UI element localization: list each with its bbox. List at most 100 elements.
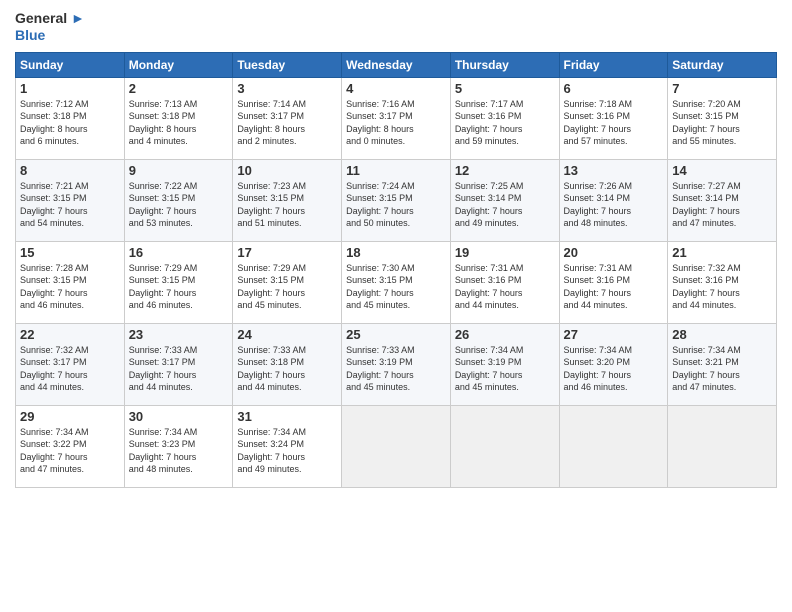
day-info: Sunrise: 7:14 AM Sunset: 3:17 PM Dayligh…	[237, 98, 337, 148]
calendar-cell: 19Sunrise: 7:31 AM Sunset: 3:16 PM Dayli…	[450, 241, 559, 323]
day-number: 4	[346, 81, 446, 96]
day-info: Sunrise: 7:26 AM Sunset: 3:14 PM Dayligh…	[564, 180, 664, 230]
day-info: Sunrise: 7:30 AM Sunset: 3:15 PM Dayligh…	[346, 262, 446, 312]
calendar-cell: 23 Sunrise: 7:33 AM Sunset: 3:17 PM Dayli…	[124, 323, 233, 405]
calendar-cell: 16Sunrise: 7:29 AM Sunset: 3:15 PM Dayli…	[124, 241, 233, 323]
calendar-cell: 15 Sunrise: 7:28 AM Sunset: 3:15 PM Dayli…	[16, 241, 125, 323]
calendar-cell: 7 Sunrise: 7:20 AM Sunset: 3:15 PM Daylig…	[668, 77, 777, 159]
weekday-header: Wednesday	[342, 52, 451, 77]
day-info: Sunrise: 7:31 AM Sunset: 3:16 PM Dayligh…	[455, 262, 555, 312]
day-number: 23	[129, 327, 229, 342]
day-number: 17	[237, 245, 337, 260]
calendar-cell: 9 Sunrise: 7:22 AM Sunset: 3:15 PM Daylig…	[124, 159, 233, 241]
calendar-cell: 31 Sunrise: 7:34 AM Sunset: 3:24 PM Dayli…	[233, 405, 342, 487]
day-info: Sunrise: 7:20 AM Sunset: 3:15 PM Dayligh…	[672, 98, 772, 148]
calendar-cell	[450, 405, 559, 487]
logo-text: General ► Blue	[15, 10, 85, 44]
calendar-cell: 3 Sunrise: 7:14 AM Sunset: 3:17 PM Daylig…	[233, 77, 342, 159]
calendar-body: 1 Sunrise: 7:12 AM Sunset: 3:18 PM Daylig…	[16, 77, 777, 487]
calendar-week-row: 29Sunrise: 7:34 AM Sunset: 3:22 PM Dayli…	[16, 405, 777, 487]
day-number: 18	[346, 245, 446, 260]
day-info: Sunrise: 7:34 AM Sunset: 3:21 PM Dayligh…	[672, 344, 772, 394]
calendar-week-row: 22 Sunrise: 7:32 AM Sunset: 3:17 PM Dayli…	[16, 323, 777, 405]
day-number: 26	[455, 327, 555, 342]
calendar-cell: 22 Sunrise: 7:32 AM Sunset: 3:17 PM Dayli…	[16, 323, 125, 405]
calendar-cell: 14 Sunrise: 7:27 AM Sunset: 3:14 PM Dayli…	[668, 159, 777, 241]
day-number: 15	[20, 245, 120, 260]
day-number: 7	[672, 81, 772, 96]
day-info: Sunrise: 7:18 AM Sunset: 3:16 PM Dayligh…	[564, 98, 664, 148]
calendar-header: SundayMondayTuesdayWednesdayThursdayFrid…	[16, 52, 777, 77]
calendar-cell: 6 Sunrise: 7:18 AM Sunset: 3:16 PM Daylig…	[559, 77, 668, 159]
day-info: Sunrise: 7:32 AM Sunset: 3:17 PM Dayligh…	[20, 344, 120, 394]
day-number: 31	[237, 409, 337, 424]
day-number: 22	[20, 327, 120, 342]
day-info: Sunrise: 7:34 AM Sunset: 3:19 PM Dayligh…	[455, 344, 555, 394]
day-info: Sunrise: 7:16 AM Sunset: 3:17 PM Dayligh…	[346, 98, 446, 148]
day-info: Sunrise: 7:25 AM Sunset: 3:14 PM Dayligh…	[455, 180, 555, 230]
day-info: Sunrise: 7:22 AM Sunset: 3:15 PM Dayligh…	[129, 180, 229, 230]
calendar-cell: 5Sunrise: 7:17 AM Sunset: 3:16 PM Daylig…	[450, 77, 559, 159]
calendar-cell: 11 Sunrise: 7:24 AM Sunset: 3:15 PM Dayli…	[342, 159, 451, 241]
day-number: 21	[672, 245, 772, 260]
calendar-cell: 2 Sunrise: 7:13 AM Sunset: 3:18 PM Daylig…	[124, 77, 233, 159]
day-info: Sunrise: 7:31 AM Sunset: 3:16 PM Dayligh…	[564, 262, 664, 312]
day-number: 30	[129, 409, 229, 424]
day-info: Sunrise: 7:34 AM Sunset: 3:22 PM Dayligh…	[20, 426, 120, 476]
day-info: Sunrise: 7:33 AM Sunset: 3:17 PM Dayligh…	[129, 344, 229, 394]
calendar-cell: 28 Sunrise: 7:34 AM Sunset: 3:21 PM Dayli…	[668, 323, 777, 405]
calendar-cell: 26 Sunrise: 7:34 AM Sunset: 3:19 PM Dayli…	[450, 323, 559, 405]
calendar-cell: 30 Sunrise: 7:34 AM Sunset: 3:23 PM Dayli…	[124, 405, 233, 487]
day-info: Sunrise: 7:34 AM Sunset: 3:24 PM Dayligh…	[237, 426, 337, 476]
day-number: 24	[237, 327, 337, 342]
day-info: Sunrise: 7:13 AM Sunset: 3:18 PM Dayligh…	[129, 98, 229, 148]
day-number: 8	[20, 163, 120, 178]
calendar-cell: 4 Sunrise: 7:16 AM Sunset: 3:17 PM Daylig…	[342, 77, 451, 159]
day-number: 1	[20, 81, 120, 96]
weekday-header: Sunday	[16, 52, 125, 77]
calendar-cell: 18 Sunrise: 7:30 AM Sunset: 3:15 PM Dayli…	[342, 241, 451, 323]
weekday-header: Monday	[124, 52, 233, 77]
calendar-cell: 20 Sunrise: 7:31 AM Sunset: 3:16 PM Dayli…	[559, 241, 668, 323]
calendar-week-row: 1 Sunrise: 7:12 AM Sunset: 3:18 PM Daylig…	[16, 77, 777, 159]
day-info: Sunrise: 7:28 AM Sunset: 3:15 PM Dayligh…	[20, 262, 120, 312]
day-info: Sunrise: 7:34 AM Sunset: 3:20 PM Dayligh…	[564, 344, 664, 394]
day-number: 2	[129, 81, 229, 96]
day-number: 11	[346, 163, 446, 178]
calendar-cell: 25 Sunrise: 7:33 AM Sunset: 3:19 PM Dayli…	[342, 323, 451, 405]
calendar-cell: 13 Sunrise: 7:26 AM Sunset: 3:14 PM Dayli…	[559, 159, 668, 241]
weekday-header: Saturday	[668, 52, 777, 77]
calendar-cell: 8 Sunrise: 7:21 AM Sunset: 3:15 PM Daylig…	[16, 159, 125, 241]
day-info: Sunrise: 7:21 AM Sunset: 3:15 PM Dayligh…	[20, 180, 120, 230]
day-info: Sunrise: 7:33 AM Sunset: 3:19 PM Dayligh…	[346, 344, 446, 394]
day-number: 25	[346, 327, 446, 342]
weekday-header: Friday	[559, 52, 668, 77]
calendar-week-row: 8 Sunrise: 7:21 AM Sunset: 3:15 PM Daylig…	[16, 159, 777, 241]
calendar-cell: 29Sunrise: 7:34 AM Sunset: 3:22 PM Dayli…	[16, 405, 125, 487]
day-info: Sunrise: 7:24 AM Sunset: 3:15 PM Dayligh…	[346, 180, 446, 230]
calendar-table: SundayMondayTuesdayWednesdayThursdayFrid…	[15, 52, 777, 488]
day-number: 9	[129, 163, 229, 178]
calendar-cell: 10Sunrise: 7:23 AM Sunset: 3:15 PM Dayli…	[233, 159, 342, 241]
calendar-cell: 17Sunrise: 7:29 AM Sunset: 3:15 PM Dayli…	[233, 241, 342, 323]
day-number: 20	[564, 245, 664, 260]
calendar-cell: 24 Sunrise: 7:33 AM Sunset: 3:18 PM Dayli…	[233, 323, 342, 405]
calendar-cell	[559, 405, 668, 487]
header: General ► Blue	[15, 10, 777, 44]
day-info: Sunrise: 7:33 AM Sunset: 3:18 PM Dayligh…	[237, 344, 337, 394]
day-number: 6	[564, 81, 664, 96]
calendar-container: General ► Blue SundayMondayTuesdayWednes…	[0, 0, 792, 498]
day-number: 27	[564, 327, 664, 342]
day-info: Sunrise: 7:27 AM Sunset: 3:14 PM Dayligh…	[672, 180, 772, 230]
day-number: 13	[564, 163, 664, 178]
day-number: 14	[672, 163, 772, 178]
day-number: 28	[672, 327, 772, 342]
day-info: Sunrise: 7:34 AM Sunset: 3:23 PM Dayligh…	[129, 426, 229, 476]
weekday-header: Thursday	[450, 52, 559, 77]
day-number: 3	[237, 81, 337, 96]
weekday-header: Tuesday	[233, 52, 342, 77]
day-number: 16	[129, 245, 229, 260]
calendar-cell	[668, 405, 777, 487]
day-info: Sunrise: 7:32 AM Sunset: 3:16 PM Dayligh…	[672, 262, 772, 312]
day-info: Sunrise: 7:12 AM Sunset: 3:18 PM Dayligh…	[20, 98, 120, 148]
